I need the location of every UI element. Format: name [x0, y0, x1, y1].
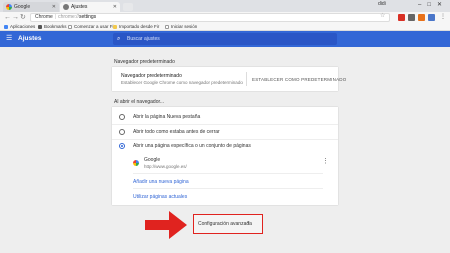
option-new-tab-label: Abrir la página Nueva pestaña [133, 114, 201, 120]
tab-strip: Google ✕ Ajustes ✕ didi –□✕ [0, 0, 450, 12]
default-browser-row-title: Navegador predeterminado [121, 73, 182, 79]
bookmark-apps[interactable]: Aplicaciones [4, 23, 35, 31]
radio-specific-pages[interactable] [119, 143, 125, 149]
on-startup-card [112, 107, 338, 205]
settings-search-input[interactable]: ⌕ Buscar ajustes [113, 33, 337, 45]
url-scheme: chrome:// [58, 14, 79, 20]
tab-google[interactable]: Google ✕ [3, 2, 59, 12]
hamburger-menu-icon[interactable]: ☰ [6, 35, 12, 43]
apps-grid-icon [4, 24, 8, 29]
new-tab-button[interactable] [123, 3, 133, 11]
forward-arrow-icon[interactable]: → [12, 13, 19, 22]
search-icon: ⌕ [117, 36, 121, 42]
star-icon [38, 24, 42, 29]
tab-settings[interactable]: Ajustes ✕ [60, 2, 120, 12]
startup-page-url: http://www.google.es/ [144, 164, 187, 169]
browser-toolbar: ← → ↻ Chrome | chrome://settings ☆ ⋮ [0, 12, 450, 23]
option-continue-label: Abrir todo como estaba antes de cerrar [133, 129, 220, 135]
page-icon [165, 24, 169, 29]
google-favicon-icon [133, 160, 139, 166]
omnibox-separator: | [54, 14, 57, 20]
bookmark-label: Aplicaciones [10, 24, 36, 29]
divider [112, 139, 338, 140]
more-actions-icon[interactable]: ⋮ [322, 158, 329, 166]
bookmark-star-icon[interactable]: ☆ [380, 12, 385, 19]
chrome-menu-icon[interactable]: ⋮ [440, 13, 446, 20]
extension-shield-icon[interactable] [398, 14, 405, 21]
default-browser-row-subtitle: Establecer Google Chrome como navegador … [121, 80, 243, 85]
bookmark-bookmarks[interactable]: Bookmarks [38, 23, 67, 31]
radio-new-tab[interactable] [119, 114, 125, 120]
reload-icon[interactable]: ↻ [20, 13, 26, 22]
search-placeholder: Buscar ajustes [127, 36, 160, 42]
bookmark-label: Importado desde Fir [119, 24, 160, 29]
tab-label: Google [14, 4, 31, 10]
option-specific-pages-label: Abrir una página específica o un conjunt… [133, 143, 251, 149]
use-current-pages-link[interactable]: Utilizar páginas actuales [133, 194, 187, 200]
page-icon [68, 24, 72, 29]
folder-icon [113, 24, 117, 29]
bookmark-label: Comenzar a usar Fir [74, 24, 116, 29]
bookmark-label: Iniciar sesión [171, 24, 198, 29]
bookmark-firefox-import[interactable]: Importado desde Fir [113, 23, 159, 31]
secure-chrome-label: Chrome [35, 14, 53, 20]
add-new-page-link[interactable]: Añadir una nueva página [133, 179, 189, 185]
chevron-down-icon[interactable]: ▾ [247, 220, 250, 226]
divider [133, 173, 323, 174]
close-tab-icon[interactable]: ✕ [52, 2, 56, 12]
divider [133, 188, 323, 189]
extension-icon[interactable] [418, 14, 425, 21]
radio-continue[interactable] [119, 129, 125, 135]
extension-icon[interactable] [428, 14, 435, 21]
back-arrow-icon[interactable]: ← [4, 13, 11, 22]
startup-page-name: Google [144, 157, 161, 163]
section-title-default-browser: Navegador predeterminado [114, 59, 175, 65]
extension-icon[interactable] [408, 14, 415, 21]
address-bar[interactable]: Chrome | chrome://settings [30, 13, 390, 22]
profile-name[interactable]: didi [378, 1, 386, 7]
tab-label: Ajustes [71, 4, 88, 10]
bookmarks-bar: Aplicaciones Bookmarks Comenzar a usar F… [0, 23, 450, 31]
window-controls[interactable]: –□✕ [418, 1, 448, 8]
divider [112, 124, 338, 125]
advanced-settings-button[interactable]: Configuración avanzada [198, 221, 252, 227]
google-favicon-icon [6, 4, 12, 10]
bookmark-login[interactable]: Iniciar sesión [165, 23, 197, 31]
section-title-on-startup: Al abrir el navegador... [114, 99, 165, 105]
bookmark-firefox-start[interactable]: Comenzar a usar Fir [68, 23, 115, 31]
url-path: settings [78, 14, 97, 20]
close-tab-icon[interactable]: ✕ [113, 2, 117, 12]
red-arrow-icon [145, 211, 187, 239]
divider [246, 72, 247, 86]
page-title: Ajustes [18, 35, 42, 42]
bookmark-label: Bookmarks [44, 24, 67, 29]
settings-gear-icon [63, 4, 69, 10]
set-default-button[interactable]: ESTABLECER COMO PREDETERMINADO [252, 77, 346, 82]
